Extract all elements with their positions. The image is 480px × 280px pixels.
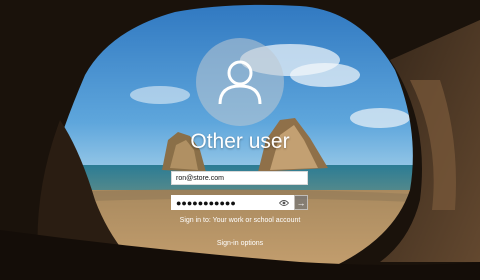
user-avatar — [196, 38, 284, 126]
sign-in-target-label: Sign in to: Your work or school account — [179, 217, 301, 224]
user-icon — [218, 60, 262, 105]
eye-icon[interactable] — [279, 198, 289, 208]
sign-in-options-row: Sign-in options — [0, 240, 480, 247]
sign-in-options-link[interactable]: Sign-in options — [217, 240, 263, 247]
user-name: Other user — [190, 130, 290, 153]
submit-button[interactable]: → — [294, 195, 308, 210]
arrow-right-icon: → — [296, 197, 306, 208]
password-mask: ●●●●●●●●●●● — [176, 197, 236, 208]
email-field[interactable]: ron@store.com — [171, 171, 308, 185]
password-row: ●●●●●●●●●●● → — [171, 195, 308, 210]
password-field[interactable]: ●●●●●●●●●●● — [171, 195, 294, 210]
email-value: ron@store.com — [176, 174, 224, 182]
